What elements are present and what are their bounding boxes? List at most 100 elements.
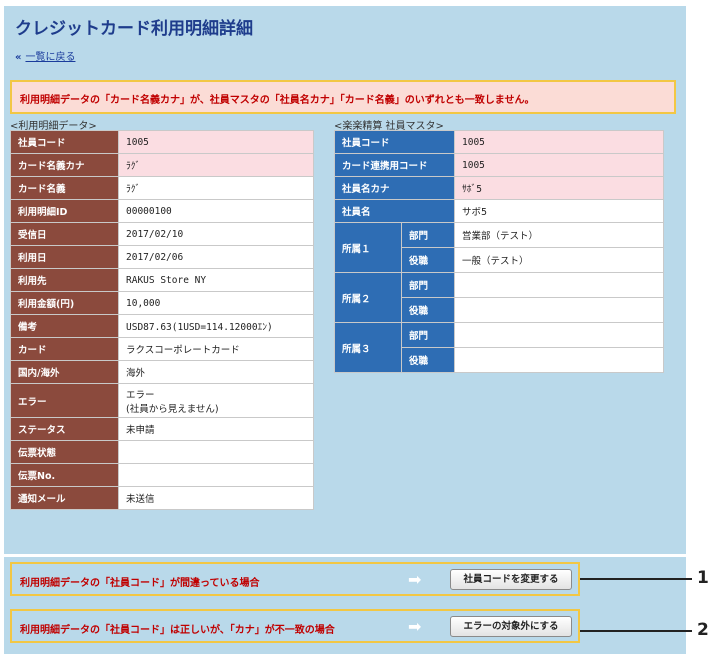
row-header: カード名義カナ [10, 153, 119, 177]
row-header: 社員コード [334, 130, 455, 154]
row-header: 利用金額(円) [10, 291, 119, 315]
dept-value [454, 272, 664, 298]
row-value: USD87.63(1USD=114.12000ｴﾝ) [118, 314, 314, 338]
table-row: 国内/海外 海外 [10, 360, 314, 384]
table-row: 伝票No. [10, 463, 314, 487]
row-value: 10,000 [118, 291, 314, 315]
row-header: 備考 [10, 314, 119, 338]
double-chevron-left-icon: « [15, 52, 22, 63]
callout-line [580, 578, 692, 580]
row-header: 社員コード [10, 130, 119, 154]
role-value [454, 297, 664, 323]
row-value [118, 440, 314, 464]
callout-number: 2 [697, 620, 709, 640]
affiliation-group: 所属２ [334, 272, 402, 323]
row-value: 1005 [454, 153, 664, 177]
role-header: 役職 [401, 297, 455, 323]
table-row: 利用明細ID 00000100 [10, 199, 314, 223]
table-row: 所属２ 部門 [334, 272, 664, 323]
action-row-change-code: 利用明細データの「社員コード」が間違っている場合 ➡ 社員コードを変更する [10, 562, 580, 596]
table-row: 所属１ 部門 営業部（テスト） [334, 222, 664, 273]
row-header: 利用日 [10, 245, 119, 269]
page-title: クレジットカード利用明細詳細 [15, 19, 253, 39]
table-row: 社員名カナ ｻﾎﾞ5 [334, 176, 664, 200]
dept-header: 部門 [401, 322, 455, 348]
role-value: 一般（テスト） [454, 247, 664, 273]
row-value: 00000100 [118, 199, 314, 223]
row-header: 通知メール [10, 486, 119, 510]
table-row: 利用日 2017/02/06 [10, 245, 314, 269]
dept-value [454, 322, 664, 348]
table-row: 受信日 2017/02/10 [10, 222, 314, 246]
error-note: (社員から見えません) [126, 403, 219, 415]
row-value: ﾗｸﾞ [118, 153, 314, 177]
role-header: 役職 [401, 347, 455, 373]
table-row: カード ラクスコーポレートカード [10, 337, 314, 361]
role-header: 役職 [401, 247, 455, 273]
row-header: カード名義 [10, 176, 119, 200]
row-value: ﾗｸﾞ [118, 176, 314, 200]
table-row: 伝票状態 [10, 440, 314, 464]
row-header: 社員名カナ [334, 176, 455, 200]
table-row: 通知メール 未送信 [10, 486, 314, 510]
table-row: 利用金額(円) 10,000 [10, 291, 314, 315]
table-row: 利用先 RAKUS Store NY [10, 268, 314, 292]
row-value: ラクスコーポレートカード [118, 337, 314, 361]
change-employee-code-button[interactable]: 社員コードを変更する [450, 569, 572, 590]
table-row: 社員名 サボ5 [334, 199, 664, 223]
row-value: 未申請 [118, 417, 314, 441]
table-row: 社員コード 1005 [10, 130, 314, 154]
dept-header: 部門 [401, 222, 455, 248]
affiliation-group: 所属１ [334, 222, 402, 273]
detail-panel: クレジットカード利用明細詳細 «一覧に戻る 利用明細データの「カード名義カナ」が… [4, 6, 686, 654]
table-row: 所属３ 部門 [334, 322, 664, 373]
row-header: カード連携用コード [334, 153, 455, 177]
error-label: エラー [126, 389, 155, 401]
table-row: カード名義 ﾗｸﾞ [10, 176, 314, 200]
arrow-right-icon: ➡ [408, 617, 422, 636]
dept-value: 営業部（テスト） [454, 222, 664, 248]
action-description: 利用明細データの「社員コード」は正しいが、「カナ」が不一致の場合 [20, 625, 335, 636]
callout-line [580, 630, 692, 632]
row-value: 未送信 [118, 486, 314, 510]
row-value: 1005 [454, 130, 664, 154]
back-link[interactable]: «一覧に戻る [15, 48, 75, 63]
row-header: カード [10, 337, 119, 361]
row-value: 2017/02/06 [118, 245, 314, 269]
row-header: 利用明細ID [10, 199, 119, 223]
exclude-error-button[interactable]: エラーの対象外にする [450, 616, 572, 637]
row-header: 受信日 [10, 222, 119, 246]
action-description: 利用明細データの「社員コード」が間違っている場合 [20, 578, 260, 589]
row-header: 国内/海外 [10, 360, 119, 384]
row-header: 伝票No. [10, 463, 119, 487]
row-value [118, 463, 314, 487]
table-row: 備考 USD87.63(1USD=114.12000ｴﾝ) [10, 314, 314, 338]
table-row: ステータス 未申請 [10, 417, 314, 441]
affiliation-group: 所属３ [334, 322, 402, 373]
back-link-label[interactable]: 一覧に戻る [25, 52, 75, 63]
table-row: カード連携用コード 1005 [334, 153, 664, 177]
row-value: 1005 [118, 130, 314, 154]
card-detail-table: 社員コード 1005 カード名義カナ ﾗｸﾞ カード名義 ﾗｸﾞ 利用明細ID 0000… [10, 130, 314, 510]
dept-header: 部門 [401, 272, 455, 298]
table-row: カード名義カナ ﾗｸﾞ [10, 153, 314, 177]
row-header: 利用先 [10, 268, 119, 292]
row-value: RAKUS Store NY [118, 268, 314, 292]
role-value [454, 347, 664, 373]
row-header: 伝票状態 [10, 440, 119, 464]
employee-master-table: 社員コード 1005 カード連携用コード 1005 社員名カナ ｻﾎﾞ5 社員名 サボ5… [334, 130, 664, 373]
section-divider [4, 554, 686, 557]
row-value: サボ5 [454, 199, 664, 223]
table-row: 社員コード 1005 [334, 130, 664, 154]
row-header: エラー [10, 383, 119, 418]
action-row-exclude-error: 利用明細データの「社員コード」は正しいが、「カナ」が不一致の場合 ➡ エラーの対… [10, 609, 580, 643]
row-value: エラー (社員から見えません) [118, 383, 314, 418]
table-row: エラー エラー (社員から見えません) [10, 383, 314, 418]
row-value: 2017/02/10 [118, 222, 314, 246]
arrow-right-icon: ➡ [408, 570, 422, 589]
row-value: 海外 [118, 360, 314, 384]
callout-number: 1 [697, 568, 709, 588]
row-value: ｻﾎﾞ5 [454, 176, 664, 200]
row-header: ステータス [10, 417, 119, 441]
error-message: 利用明細データの「カード名義カナ」が、社員マスタの「社員名カナ」「カード名義」の… [10, 80, 676, 114]
